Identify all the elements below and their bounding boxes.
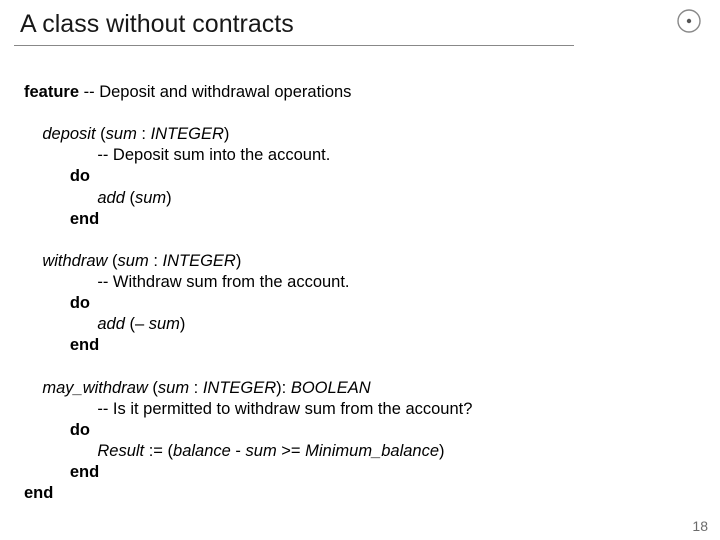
kw-end-class: end xyxy=(24,484,53,502)
comment: sum xyxy=(305,400,336,418)
call-add: add xyxy=(97,189,129,207)
ident-minbalance: Minimum_balance xyxy=(305,442,439,460)
comment-feature: -- Deposit and withdrawal operations xyxy=(79,83,351,101)
ident-balance: balance xyxy=(173,442,235,460)
slide-title: A class without contracts xyxy=(20,10,294,39)
colon: : xyxy=(194,379,203,397)
op: >= xyxy=(281,442,305,460)
type-integer: INTEGER xyxy=(203,379,276,397)
punct: ) xyxy=(236,252,242,270)
page-number: 18 xyxy=(692,518,708,534)
param-sum: sum xyxy=(106,125,142,143)
type-integer: INTEGER xyxy=(162,252,235,270)
punct: ) xyxy=(166,189,172,207)
punct: ): xyxy=(276,379,291,397)
comment: -- Is it permitted to withdraw xyxy=(97,400,304,418)
comment: sum xyxy=(186,273,217,291)
param-sum: sum xyxy=(118,252,154,270)
comment: -- Withdraw xyxy=(97,273,186,291)
comment: into the account. xyxy=(205,146,331,164)
param-sum: sum xyxy=(135,189,166,207)
slide: A class without contracts feature -- Dep… xyxy=(0,0,720,540)
op: - xyxy=(235,442,245,460)
punct: (– xyxy=(129,315,148,333)
comment: -- Deposit xyxy=(97,146,173,164)
comment: from the account. xyxy=(217,273,349,291)
call-add: add xyxy=(97,315,129,333)
punct: ) xyxy=(224,125,230,143)
circle-dot-icon xyxy=(676,8,702,34)
param-sum: sum xyxy=(246,442,282,460)
colon: : xyxy=(141,125,150,143)
param-sum: sum xyxy=(149,315,180,333)
punct: ) xyxy=(439,442,445,460)
kw-do: do xyxy=(70,421,90,439)
kw-end: end xyxy=(70,210,99,228)
code-content: feature -- Deposit and withdrawal operat… xyxy=(24,82,472,504)
kw-feature: feature xyxy=(24,83,79,101)
fn-deposit: deposit xyxy=(42,125,100,143)
kw-end: end xyxy=(70,336,99,354)
type-integer: INTEGER xyxy=(151,125,224,143)
fn-maywithdraw: may_withdraw xyxy=(42,379,152,397)
ident-result: Result xyxy=(97,442,148,460)
param-sum: sum xyxy=(158,379,194,397)
comment: from the account? xyxy=(336,400,473,418)
kw-do: do xyxy=(70,167,90,185)
comment: sum xyxy=(173,146,204,164)
fn-withdraw: withdraw xyxy=(42,252,112,270)
type-boolean: BOOLEAN xyxy=(291,379,371,397)
punct: ) xyxy=(180,315,186,333)
op: := ( xyxy=(149,442,173,460)
title-underline xyxy=(14,45,574,46)
kw-end: end xyxy=(70,463,99,481)
kw-do: do xyxy=(70,294,90,312)
